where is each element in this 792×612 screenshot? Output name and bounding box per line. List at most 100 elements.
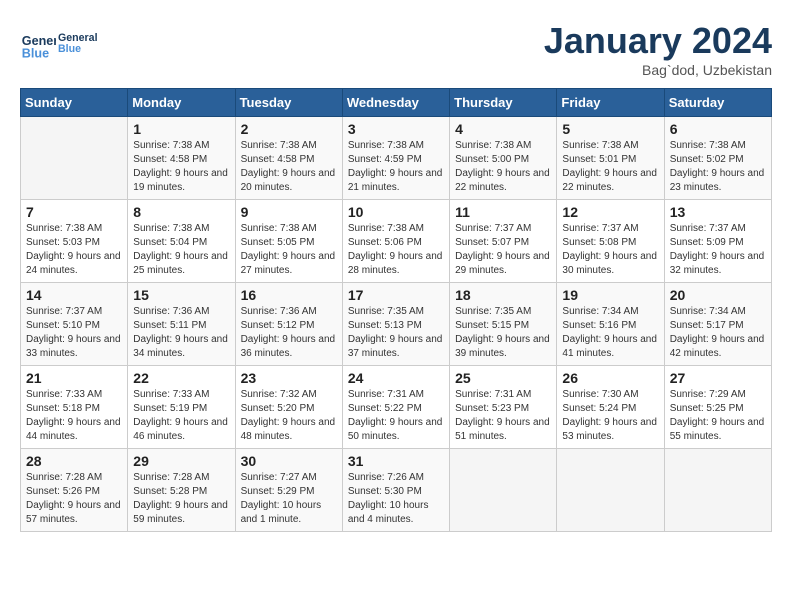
svg-text:Blue: Blue: [22, 46, 49, 60]
sunrise-text: Sunrise: 7:37 AM: [455, 223, 531, 234]
daylight-text: Daylight: 10 hours and 1 minute.: [241, 500, 322, 525]
calendar-cell: 28 Sunrise: 7:28 AM Sunset: 5:26 PM Dayl…: [21, 449, 128, 532]
sunrise-text: Sunrise: 7:38 AM: [562, 140, 638, 151]
day-info: Sunrise: 7:28 AM Sunset: 5:26 PM Dayligh…: [26, 471, 122, 527]
day-number: 29: [133, 453, 229, 469]
sunrise-text: Sunrise: 7:38 AM: [455, 140, 531, 151]
day-info: Sunrise: 7:32 AM Sunset: 5:20 PM Dayligh…: [241, 388, 337, 444]
daylight-text: Daylight: 9 hours and 42 minutes.: [670, 334, 765, 359]
sunset-text: Sunset: 5:07 PM: [455, 237, 529, 248]
daylight-text: Daylight: 9 hours and 20 minutes.: [241, 168, 336, 193]
weekday-header: Tuesday: [235, 89, 342, 117]
sunrise-text: Sunrise: 7:38 AM: [133, 140, 209, 151]
day-number: 31: [348, 453, 444, 469]
day-number: 28: [26, 453, 122, 469]
sunrise-text: Sunrise: 7:38 AM: [26, 223, 102, 234]
day-number: 21: [26, 370, 122, 386]
sunset-text: Sunset: 5:11 PM: [133, 320, 206, 331]
calendar-week-row: 1 Sunrise: 7:38 AM Sunset: 4:58 PM Dayli…: [21, 117, 772, 200]
sunset-text: Sunset: 5:16 PM: [562, 320, 636, 331]
sunset-text: Sunset: 5:29 PM: [241, 486, 315, 497]
calendar-cell: 3 Sunrise: 7:38 AM Sunset: 4:59 PM Dayli…: [342, 117, 449, 200]
day-number: 14: [26, 287, 122, 303]
sunrise-text: Sunrise: 7:30 AM: [562, 389, 638, 400]
day-info: Sunrise: 7:38 AM Sunset: 5:02 PM Dayligh…: [670, 139, 766, 195]
sunset-text: Sunset: 5:24 PM: [562, 403, 636, 414]
daylight-text: Daylight: 9 hours and 55 minutes.: [670, 417, 765, 442]
day-info: Sunrise: 7:37 AM Sunset: 5:07 PM Dayligh…: [455, 222, 551, 278]
day-info: Sunrise: 7:38 AM Sunset: 5:06 PM Dayligh…: [348, 222, 444, 278]
sunrise-text: Sunrise: 7:38 AM: [348, 223, 424, 234]
daylight-text: Daylight: 9 hours and 57 minutes.: [26, 500, 121, 525]
svg-text:General: General: [58, 32, 98, 44]
sunrise-text: Sunrise: 7:34 AM: [670, 306, 746, 317]
sunrise-text: Sunrise: 7:38 AM: [241, 140, 317, 151]
day-number: 11: [455, 204, 551, 220]
calendar-cell: 12 Sunrise: 7:37 AM Sunset: 5:08 PM Dayl…: [557, 200, 664, 283]
sunrise-text: Sunrise: 7:29 AM: [670, 389, 746, 400]
sunrise-text: Sunrise: 7:37 AM: [26, 306, 102, 317]
daylight-text: Daylight: 9 hours and 27 minutes.: [241, 251, 336, 276]
day-info: Sunrise: 7:38 AM Sunset: 5:00 PM Dayligh…: [455, 139, 551, 195]
day-number: 24: [348, 370, 444, 386]
day-number: 7: [26, 204, 122, 220]
sunset-text: Sunset: 5:23 PM: [455, 403, 529, 414]
weekday-header: Monday: [128, 89, 235, 117]
calendar-cell: 13 Sunrise: 7:37 AM Sunset: 5:09 PM Dayl…: [664, 200, 771, 283]
weekday-header-row: SundayMondayTuesdayWednesdayThursdayFrid…: [21, 89, 772, 117]
weekday-header: Friday: [557, 89, 664, 117]
calendar-cell: [664, 449, 771, 532]
day-number: 19: [562, 287, 658, 303]
calendar-cell: 25 Sunrise: 7:31 AM Sunset: 5:23 PM Dayl…: [450, 366, 557, 449]
svg-text:Blue: Blue: [58, 43, 81, 55]
day-info: Sunrise: 7:33 AM Sunset: 5:19 PM Dayligh…: [133, 388, 229, 444]
calendar-cell: 23 Sunrise: 7:32 AM Sunset: 5:20 PM Dayl…: [235, 366, 342, 449]
sunrise-text: Sunrise: 7:38 AM: [348, 140, 424, 151]
daylight-text: Daylight: 9 hours and 28 minutes.: [348, 251, 443, 276]
day-number: 17: [348, 287, 444, 303]
weekday-header: Saturday: [664, 89, 771, 117]
day-info: Sunrise: 7:29 AM Sunset: 5:25 PM Dayligh…: [670, 388, 766, 444]
logo-icon: General Blue: [20, 25, 56, 61]
day-number: 27: [670, 370, 766, 386]
sunrise-text: Sunrise: 7:31 AM: [455, 389, 531, 400]
daylight-text: Daylight: 10 hours and 4 minutes.: [348, 500, 429, 525]
sunset-text: Sunset: 5:20 PM: [241, 403, 315, 414]
calendar-week-row: 21 Sunrise: 7:33 AM Sunset: 5:18 PM Dayl…: [21, 366, 772, 449]
daylight-text: Daylight: 9 hours and 44 minutes.: [26, 417, 121, 442]
day-number: 8: [133, 204, 229, 220]
month-title: January 2024: [544, 20, 772, 62]
sunset-text: Sunset: 5:17 PM: [670, 320, 744, 331]
daylight-text: Daylight: 9 hours and 22 minutes.: [455, 168, 550, 193]
calendar-cell: 21 Sunrise: 7:33 AM Sunset: 5:18 PM Dayl…: [21, 366, 128, 449]
sunset-text: Sunset: 5:02 PM: [670, 154, 744, 165]
day-number: 4: [455, 121, 551, 137]
sunrise-text: Sunrise: 7:27 AM: [241, 472, 317, 483]
day-info: Sunrise: 7:37 AM Sunset: 5:08 PM Dayligh…: [562, 222, 658, 278]
calendar-cell: 24 Sunrise: 7:31 AM Sunset: 5:22 PM Dayl…: [342, 366, 449, 449]
sunrise-text: Sunrise: 7:28 AM: [26, 472, 102, 483]
sunrise-text: Sunrise: 7:28 AM: [133, 472, 209, 483]
sunset-text: Sunset: 4:58 PM: [241, 154, 315, 165]
sunset-text: Sunset: 5:13 PM: [348, 320, 422, 331]
calendar-cell: 30 Sunrise: 7:27 AM Sunset: 5:29 PM Dayl…: [235, 449, 342, 532]
day-number: 5: [562, 121, 658, 137]
day-info: Sunrise: 7:33 AM Sunset: 5:18 PM Dayligh…: [26, 388, 122, 444]
day-number: 3: [348, 121, 444, 137]
sunset-text: Sunset: 5:10 PM: [26, 320, 100, 331]
day-info: Sunrise: 7:37 AM Sunset: 5:10 PM Dayligh…: [26, 305, 122, 361]
sunrise-text: Sunrise: 7:26 AM: [348, 472, 424, 483]
day-info: Sunrise: 7:38 AM Sunset: 4:58 PM Dayligh…: [241, 139, 337, 195]
sunset-text: Sunset: 5:03 PM: [26, 237, 100, 248]
calendar-cell: 8 Sunrise: 7:38 AM Sunset: 5:04 PM Dayli…: [128, 200, 235, 283]
sunrise-text: Sunrise: 7:38 AM: [241, 223, 317, 234]
calendar-cell: 11 Sunrise: 7:37 AM Sunset: 5:07 PM Dayl…: [450, 200, 557, 283]
daylight-text: Daylight: 9 hours and 59 minutes.: [133, 500, 228, 525]
sunrise-text: Sunrise: 7:37 AM: [562, 223, 638, 234]
daylight-text: Daylight: 9 hours and 51 minutes.: [455, 417, 550, 442]
calendar-cell: 5 Sunrise: 7:38 AM Sunset: 5:01 PM Dayli…: [557, 117, 664, 200]
daylight-text: Daylight: 9 hours and 36 minutes.: [241, 334, 336, 359]
day-info: Sunrise: 7:37 AM Sunset: 5:09 PM Dayligh…: [670, 222, 766, 278]
daylight-text: Daylight: 9 hours and 21 minutes.: [348, 168, 443, 193]
sunset-text: Sunset: 5:12 PM: [241, 320, 315, 331]
